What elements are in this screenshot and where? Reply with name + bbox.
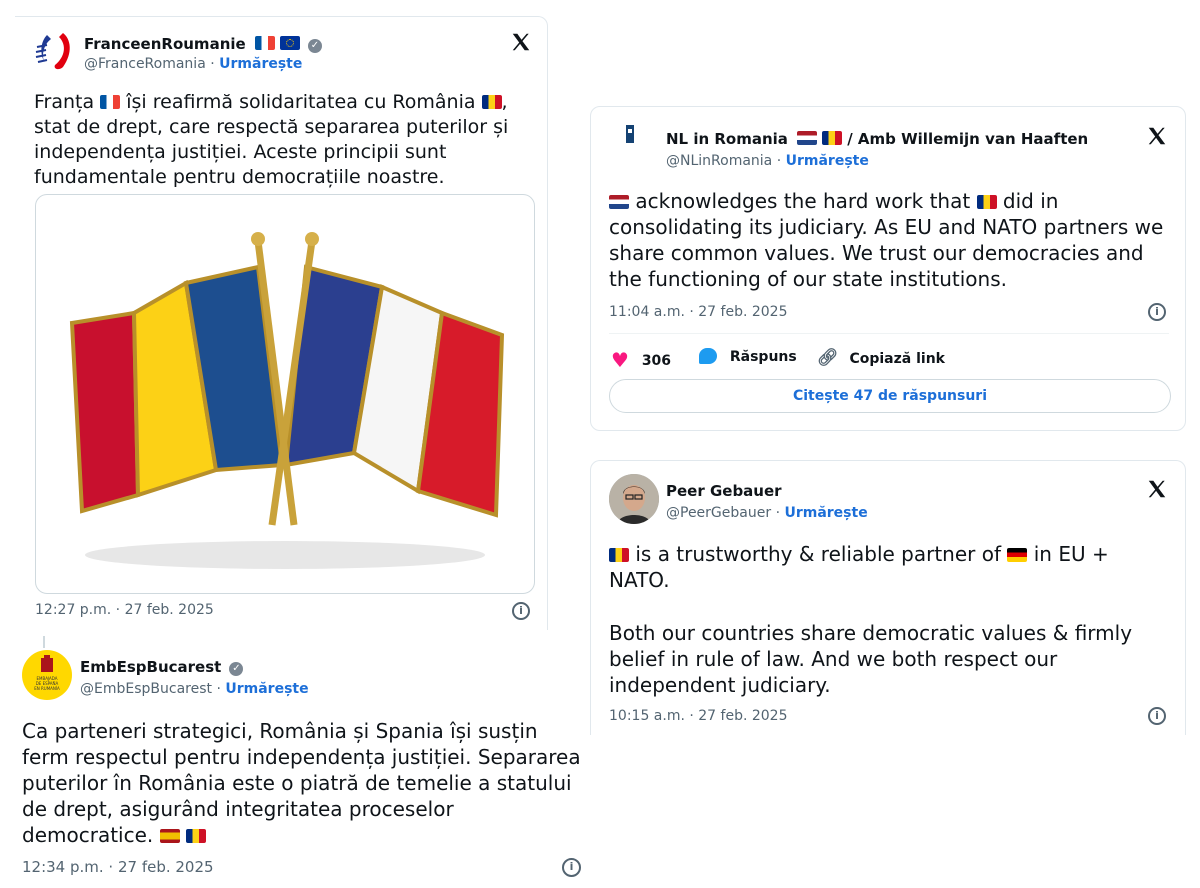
verified-badge-icon: ✓ (229, 662, 244, 676)
author-name[interactable]: NL in Romania (666, 130, 788, 148)
tweet-text-part: is a trustworthy & reliable partner of (635, 542, 1002, 566)
eu-flag-icon (279, 36, 300, 50)
avatar[interactable] (33, 29, 77, 73)
timestamp[interactable]: 10:15 a.m. · 27 feb. 2025 (609, 708, 788, 724)
tweet-text-part: Both our countries share democratic valu… (609, 621, 1133, 697)
romania-flag-icon (185, 829, 206, 843)
avatar[interactable] (609, 474, 659, 524)
copy-link-button[interactable]: 🔗︎ Copiază link (817, 348, 945, 368)
avatar[interactable]: EMBAJADA DE ESPAÑA EN RUMANÍA (22, 650, 72, 700)
info-icon[interactable]: i (512, 602, 530, 620)
romania-flag-icon (481, 95, 502, 109)
follow-button[interactable]: Urmărește (225, 681, 308, 697)
netherlands-flag-icon (797, 131, 818, 145)
author-name[interactable]: Peer Gebauer (666, 482, 782, 500)
author-handle[interactable]: @EmbEspBucarest (80, 681, 212, 697)
author-name-suffix[interactable]: / Amb Willemijn van Haaften (847, 130, 1088, 148)
avatar[interactable] (611, 119, 655, 163)
read-replies-label: Citește 47 de răspunsuri (792, 388, 988, 404)
link-icon: 🔗︎ (817, 348, 839, 368)
tweet-text-part: Franța (34, 91, 95, 113)
read-replies-button[interactable]: Citește 47 de răspunsuri (609, 379, 1171, 413)
timestamp[interactable]: 12:34 p.m. · 27 feb. 2025 (22, 858, 214, 876)
tweet-image[interactable] (35, 194, 535, 594)
author-name[interactable]: FranceenRoumanie (84, 35, 246, 53)
spain-flag-icon (159, 829, 180, 843)
info-icon[interactable]: i (1148, 303, 1166, 321)
verified-badge-icon: ✓ (307, 39, 322, 53)
tweet-text-paragraph: Both our countries share democratic valu… (609, 620, 1149, 698)
author-handle[interactable]: @FranceRomania (84, 56, 206, 72)
copy-link-label: Copiază link (849, 351, 945, 367)
germany-flag-icon (1007, 548, 1028, 562)
tweet-france: FranceenRoumanie ✓ @FranceRomania · Urmă… (15, 16, 548, 630)
svg-text:EN RUMANÍA: EN RUMANÍA (34, 686, 60, 691)
tweet-text-part: acknowledges the hard work that (635, 189, 971, 213)
follow-button[interactable]: Urmărește (784, 505, 867, 521)
tweet-text: acknowledges the hard work that did in c… (609, 188, 1169, 292)
romania-flag-icon (609, 548, 629, 562)
like-count: 306 (641, 353, 672, 369)
tweet-text-part: drept, care respectă separarea puterilor… (34, 116, 509, 188)
tweet-text-part: Ca parteneri strategici, România și Span… (22, 719, 581, 847)
france-flag-icon (254, 36, 275, 50)
tweet-text-part: își reafirmă solidaritatea cu România (126, 91, 476, 113)
tweet-netherlands: NL in Romania / Amb Willemijn van Haafte… (590, 106, 1186, 431)
reply-button[interactable]: Răspuns (699, 348, 797, 365)
tweet-spain: EMBAJADA DE ESPAÑA EN RUMANÍA EmbEspBuca… (0, 632, 590, 888)
timestamp[interactable]: 11:04 a.m. · 27 feb. 2025 (609, 304, 788, 320)
divider (609, 333, 1169, 334)
info-icon[interactable]: i (562, 858, 581, 877)
author-handle[interactable]: @NLinRomania (666, 153, 772, 169)
thread-line (43, 636, 45, 648)
like-button[interactable]: ♥ 306 (611, 348, 671, 372)
x-logo-icon[interactable] (510, 31, 532, 53)
heart-icon: ♥ (611, 348, 629, 372)
timestamp[interactable]: 12:27 p.m. · 27 feb. 2025 (35, 602, 214, 618)
reply-bubble-icon (699, 348, 717, 364)
tweet-germany: Peer Gebauer @PeerGebauer · Urmărește is… (590, 460, 1186, 735)
info-icon[interactable]: i (1148, 707, 1166, 725)
follow-button[interactable]: Urmărește (219, 56, 302, 72)
france-flag-icon (100, 95, 121, 109)
tweet-text: is a trustworthy & reliable partner of i… (609, 541, 1139, 593)
follow-button[interactable]: Urmărește (786, 153, 869, 169)
x-logo-icon[interactable] (1146, 478, 1168, 500)
author-name[interactable]: EmbEspBucarest (80, 658, 221, 676)
x-logo-icon[interactable] (1146, 125, 1168, 147)
netherlands-flag-icon (609, 195, 629, 209)
romania-flag-icon (976, 195, 997, 209)
reply-label: Răspuns (729, 349, 797, 365)
tweet-text: Ca parteneri strategici, România și Span… (22, 718, 582, 848)
tweet-text: Franța își reafirmă solidaritatea cu Rom… (34, 90, 534, 190)
romania-flag-icon (822, 131, 843, 145)
author-handle[interactable]: @PeerGebauer (666, 505, 771, 521)
